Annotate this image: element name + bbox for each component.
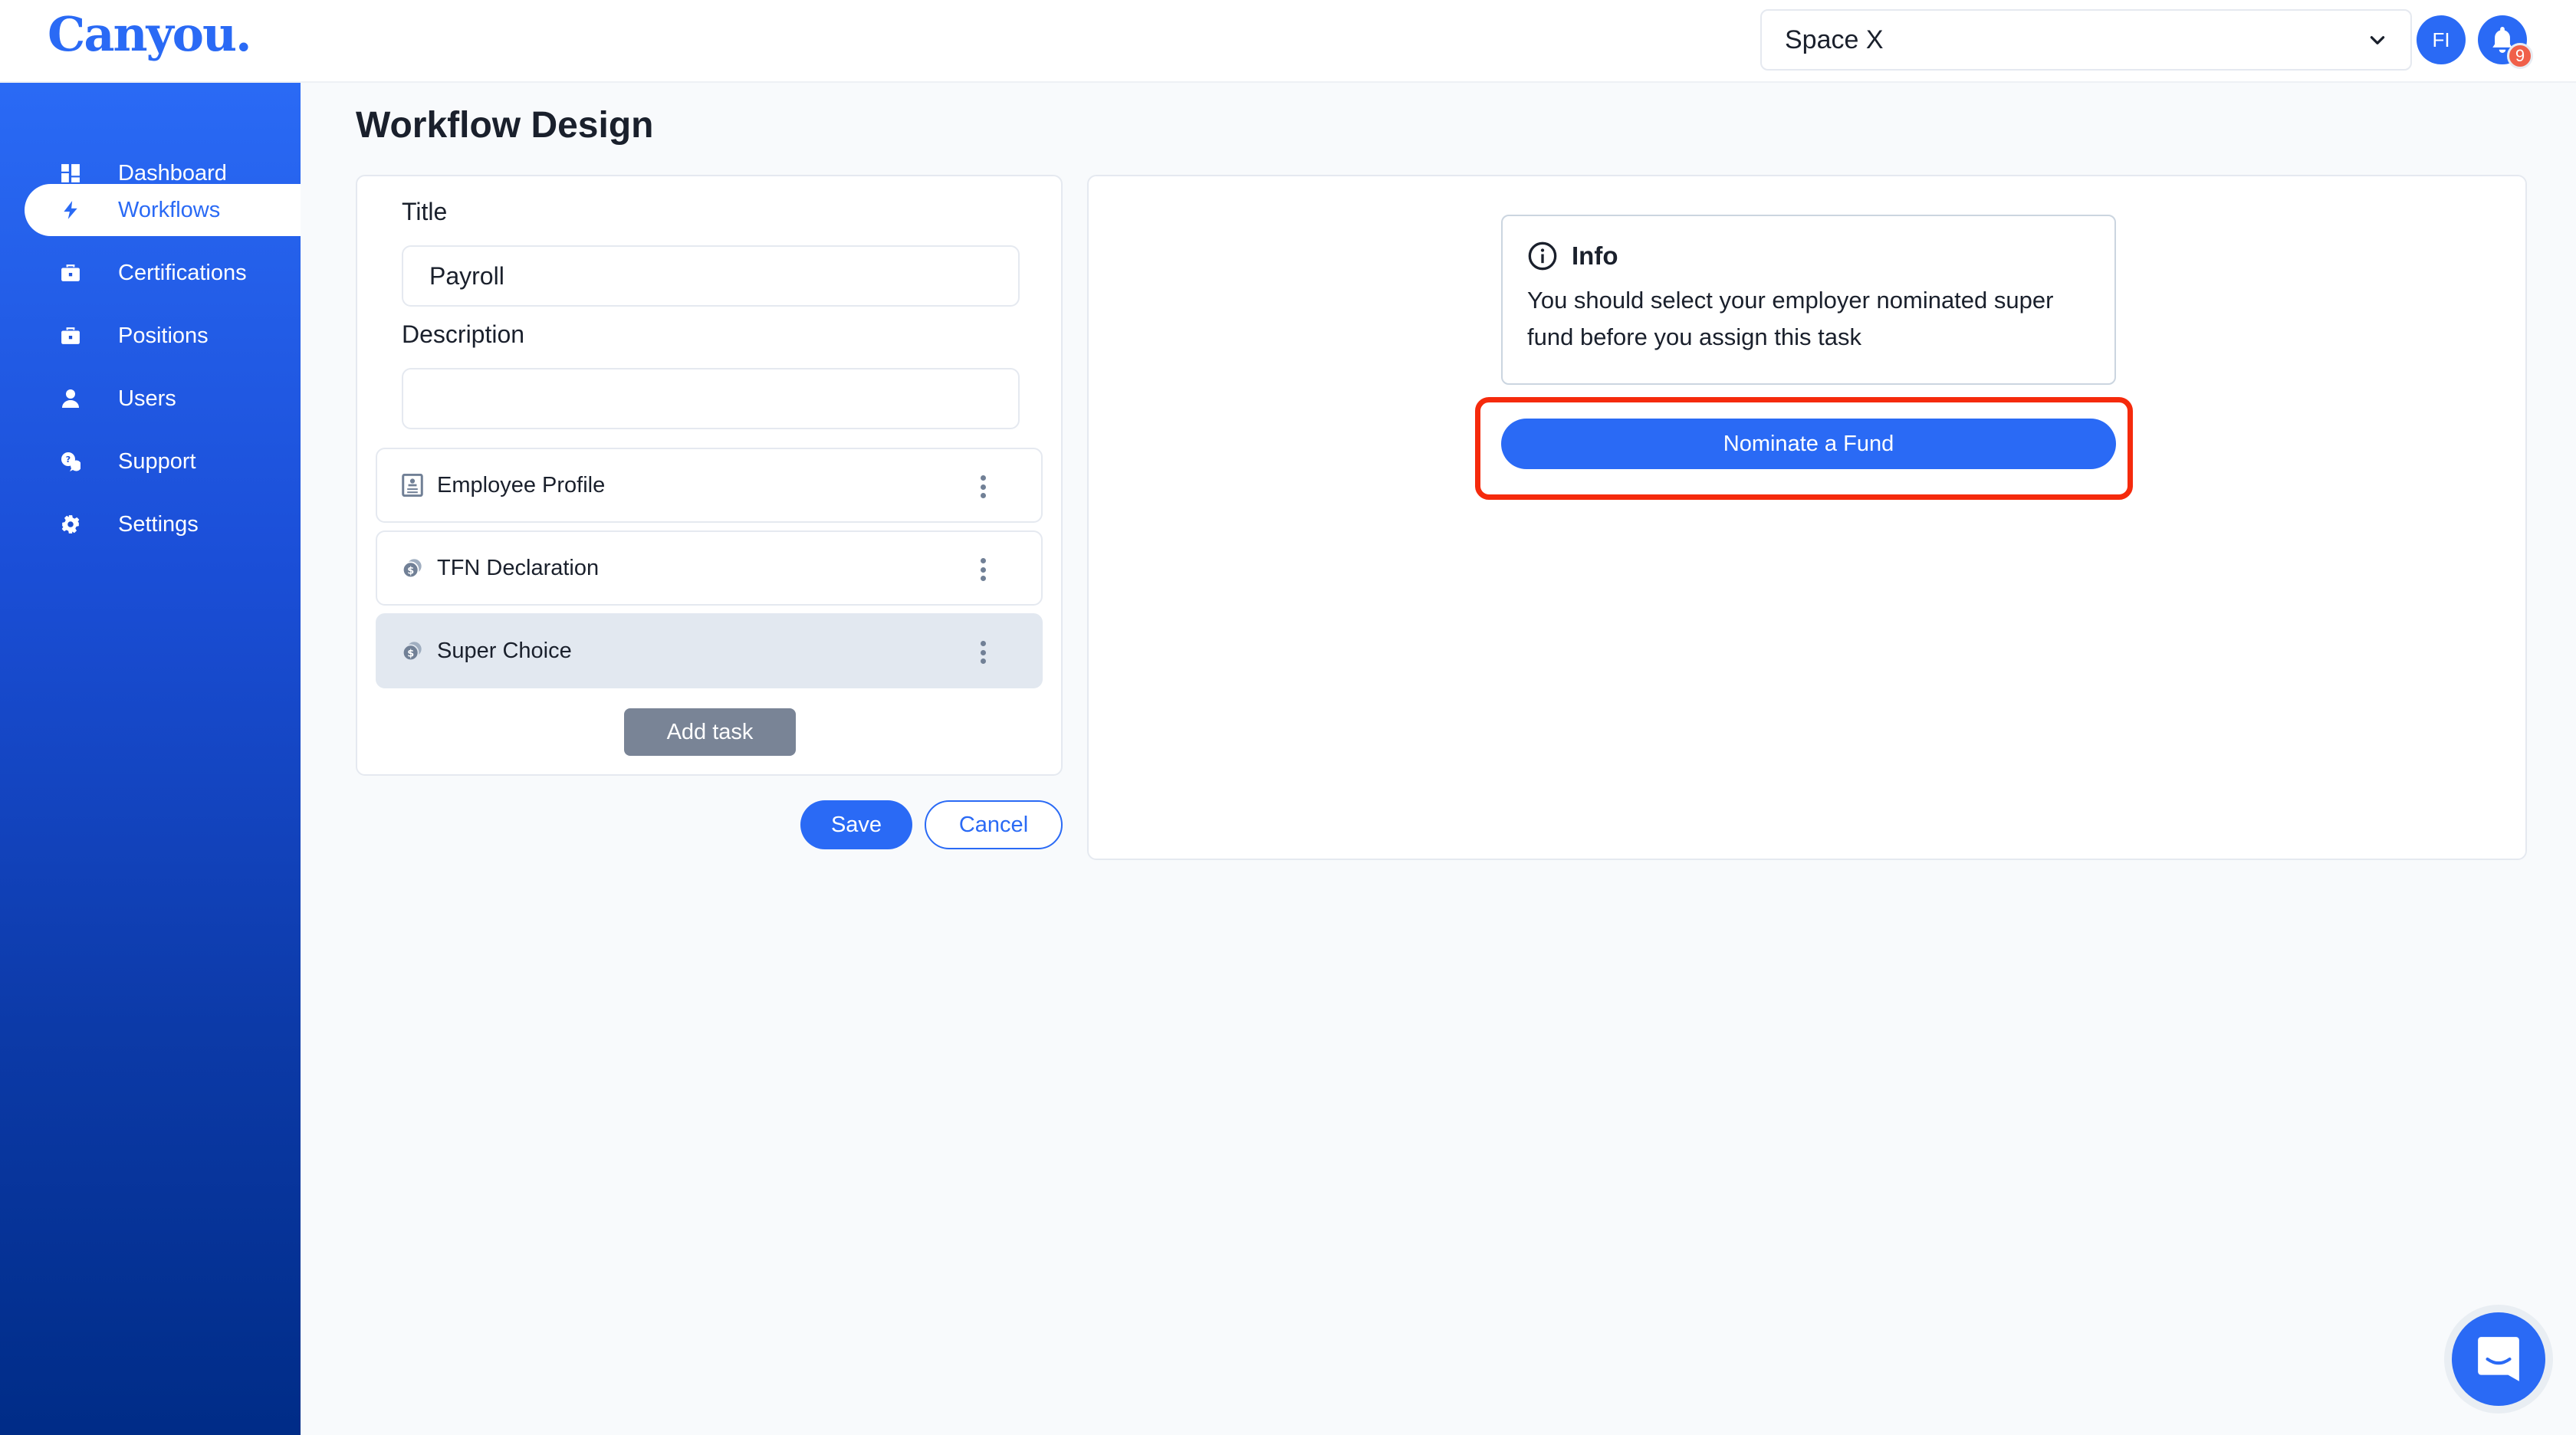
user-icon [60, 388, 81, 409]
sidebar-item-support[interactable]: ? Support [25, 435, 301, 488]
task-menu-button[interactable] [978, 558, 987, 581]
info-icon [1528, 241, 1557, 271]
sidebar: Dashboard Workflows Certifications Posit… [0, 83, 301, 1435]
briefcase-icon [60, 325, 81, 346]
sidebar-item-label: Certifications [118, 260, 247, 285]
sidebar-item-certifications[interactable]: Certifications [25, 247, 301, 299]
task-item-employee-profile[interactable]: Employee Profile [376, 448, 1043, 523]
sidebar-item-label: Positions [118, 323, 209, 348]
user-avatar[interactable]: FI [2417, 15, 2466, 64]
lightning-icon [60, 199, 81, 221]
coins-icon: $ [400, 639, 425, 663]
task-label: Employee Profile [437, 472, 606, 497]
cancel-button[interactable]: Cancel [925, 800, 1063, 849]
sidebar-item-users[interactable]: Users [25, 373, 301, 425]
space-select-value: Space X [1785, 25, 1884, 54]
task-label: TFN Declaration [437, 555, 600, 580]
sidebar-item-label: Workflows [118, 197, 221, 222]
description-label: Description [402, 320, 525, 348]
nominate-fund-button[interactable]: Nominate a Fund [1501, 419, 2116, 469]
sidebar-item-label: Settings [118, 511, 199, 537]
sidebar-item-label: Users [118, 386, 176, 411]
profile-card-icon [400, 473, 425, 497]
task-menu-button[interactable] [978, 641, 987, 664]
title-input[interactable]: Payroll [402, 245, 1020, 307]
sidebar-item-settings[interactable]: Settings [25, 498, 301, 550]
gear-icon [60, 514, 81, 535]
task-detail-card: Info You should select your employer nom… [1087, 175, 2527, 860]
save-button[interactable]: Save [800, 800, 912, 849]
coins-icon: $ [400, 556, 425, 580]
svg-text:$: $ [407, 566, 414, 577]
task-item-super-choice[interactable]: $ Super Choice [376, 613, 1043, 688]
sidebar-item-label: Support [118, 448, 196, 474]
top-bar: Canyou. Space X FI 9 [0, 0, 2576, 83]
task-label: Super Choice [437, 638, 572, 663]
info-title: Info [1572, 241, 1618, 270]
chevron-down-icon [2370, 36, 2385, 44]
description-input[interactable] [402, 368, 1020, 429]
task-item-tfn-declaration[interactable]: $ TFN Declaration [376, 530, 1043, 606]
workflow-form-card: Title Payroll Description Employee Profi… [356, 175, 1063, 776]
svg-text:$: $ [407, 649, 414, 660]
info-message: You should select your employer nominate… [1527, 287, 2054, 350]
page-title: Workflow Design [356, 105, 654, 146]
dashboard-icon [60, 163, 81, 184]
notification-count-badge: 9 [2507, 43, 2533, 69]
sidebar-item-workflows[interactable]: Workflows [25, 184, 301, 236]
support-chat-icon: ? [60, 451, 81, 472]
space-select[interactable]: Space X [1760, 9, 2412, 71]
sidebar-item-label: Dashboard [118, 160, 227, 186]
sidebar-item-positions[interactable]: Positions [25, 310, 301, 362]
title-label: Title [402, 198, 448, 225]
briefcase-icon [60, 262, 81, 284]
chat-launcher-button[interactable] [2452, 1312, 2545, 1406]
add-task-button[interactable]: Add task [624, 708, 796, 756]
logo[interactable]: Canyou. [48, 6, 252, 62]
info-alert: Info You should select your employer nom… [1501, 215, 2116, 385]
chat-icon [2478, 1337, 2519, 1381]
task-menu-button[interactable] [978, 475, 987, 498]
svg-text:?: ? [66, 455, 71, 465]
